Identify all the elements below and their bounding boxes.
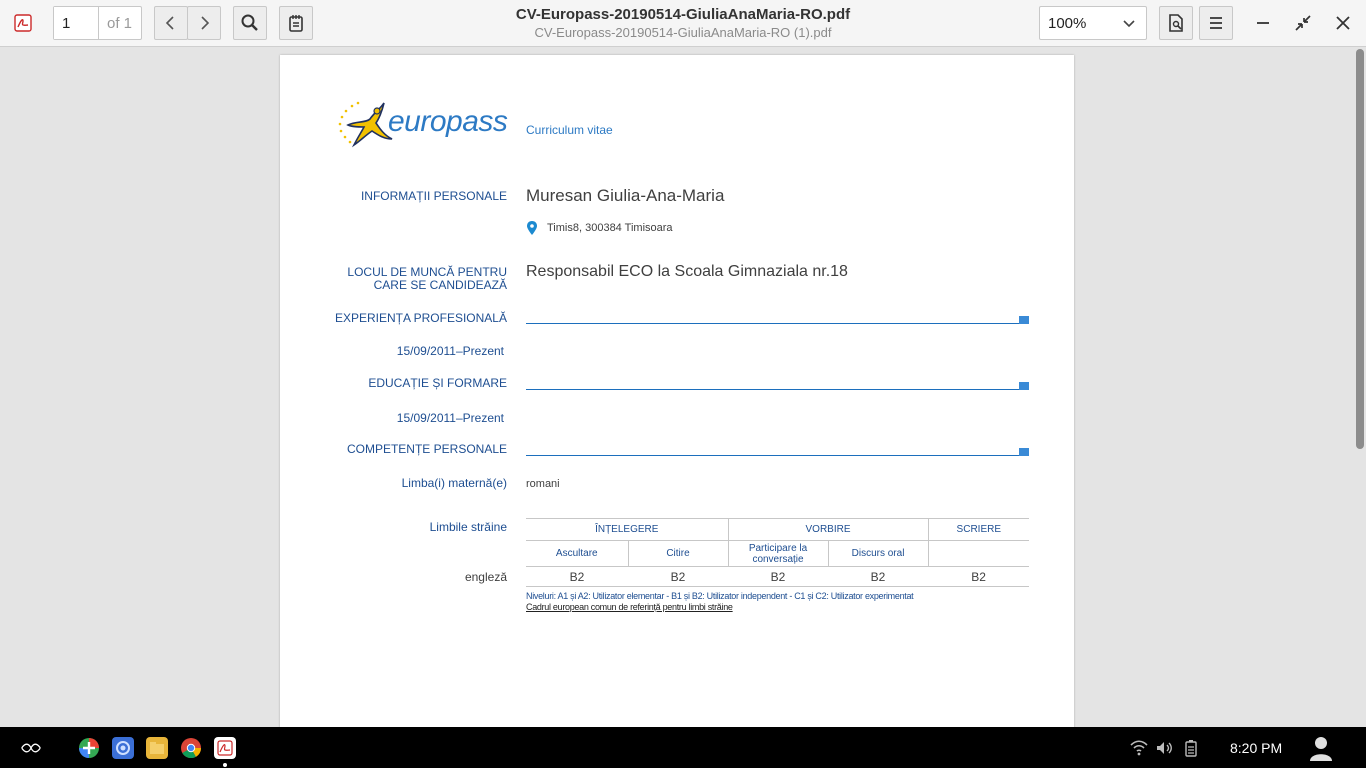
volume-icon[interactable]	[1153, 737, 1175, 759]
education-date: 15/09/2011–Prezent	[396, 411, 504, 425]
address-text: Timis8, 300384 Timisoara	[547, 222, 673, 234]
cv-doc-type: Curriculum vitae	[526, 123, 613, 137]
language-skills-table: ÎNȚELEGERE VORBIRE SCRIERE Ascultare Cit…	[526, 518, 1030, 587]
cefr-link[interactable]: Cadrul european comun de referință pentr…	[526, 602, 733, 612]
section-rule	[526, 455, 1029, 456]
section-marker	[1019, 382, 1029, 390]
pdf-toolbar: of 1 CV-Europass-20190514-GiuliaAnaMaria…	[0, 0, 1366, 47]
chevron-left-icon	[165, 16, 174, 30]
scrollbar-thumb[interactable]	[1356, 49, 1364, 449]
group-writing: SCRIERE	[956, 524, 1001, 535]
next-page-button[interactable]	[187, 6, 221, 40]
clock[interactable]: 8:20 PM	[1230, 740, 1282, 756]
applicant-name: Muresan Giulia-Ana-Maria	[526, 186, 725, 205]
col-writing	[928, 541, 1029, 567]
group-understanding: ÎNȚELEGERE	[526, 518, 729, 541]
europass-logo-text: europass	[388, 105, 508, 138]
menu-icon	[1210, 17, 1222, 29]
levels-note: Niveluri: A1 și A2: Utilizator elementar…	[526, 591, 914, 601]
chevron-right-icon	[201, 16, 210, 30]
pdf-logo-icon[interactable]	[12, 12, 34, 34]
group-speaking: VORBIRE	[728, 518, 929, 541]
page-navigator: of 1	[53, 6, 142, 40]
page-count: of 1	[107, 14, 133, 32]
active-app-indicator	[223, 763, 227, 767]
files-icon[interactable]	[146, 737, 168, 759]
document-title: CV-Europass-20190514-GiuliaAnaMaria-RO.p…	[515, 6, 851, 23]
zoom-select[interactable]: 100%	[1039, 6, 1147, 40]
wifi-icon[interactable]	[1128, 737, 1150, 759]
col-listening: Ascultare	[526, 540, 629, 567]
previous-page-button[interactable]	[154, 6, 188, 40]
chevron-down-icon	[1123, 20, 1135, 28]
col-interaction-line1: Participare la	[748, 542, 808, 554]
section-marker	[1019, 448, 1029, 456]
zoom-value: 100%	[1048, 14, 1087, 32]
document-properties-button[interactable]	[1159, 6, 1193, 40]
close-icon	[1336, 16, 1350, 30]
battery-icon[interactable]	[1180, 737, 1202, 759]
level-cell: B2	[971, 569, 986, 584]
chrome-icon[interactable]	[180, 737, 202, 759]
user-avatar-icon[interactable]	[1308, 735, 1334, 761]
job-applied-heading: LOCUL DE MUNCĂ PENTRU CARE SE CANDIDEAZĂ	[347, 266, 507, 292]
education-heading: EDUCAȚIE ȘI FORMARE	[368, 376, 507, 390]
page-number-input[interactable]	[54, 7, 99, 39]
col-interaction: Participare la conversație	[728, 540, 829, 567]
col-reading: Citire	[628, 540, 729, 567]
close-button[interactable]	[1332, 12, 1354, 34]
foreign-languages-label: Limbile străine	[429, 520, 507, 534]
job-title: Responsabil ECO la Scoala Gimnaziala nr.…	[526, 263, 848, 280]
search-icon	[241, 14, 258, 31]
level-cell: B2	[870, 569, 886, 584]
mother-tongue-label: Limba(i) maternă(e)	[401, 476, 507, 490]
table-row: B2 B2 B2 B2 B2	[526, 566, 1030, 587]
language-name: engleză	[464, 570, 507, 584]
menu-button[interactable]	[1199, 6, 1233, 40]
mother-tongue-value: romani	[526, 478, 560, 490]
document-icon	[1169, 14, 1183, 32]
job-label-line2: CARE SE CANDIDEAZĂ	[373, 278, 507, 292]
launcher-icon[interactable]	[20, 737, 42, 759]
location-pin-icon	[527, 221, 537, 235]
competences-heading: COMPETENȚE PERSONALE	[346, 442, 507, 456]
europass-logo: europass	[336, 99, 511, 151]
level-cell: B2	[569, 569, 585, 584]
table-subheader-row: Ascultare Citire Participare la conversa…	[526, 540, 1030, 567]
annotate-button[interactable]	[279, 6, 313, 40]
minimize-button[interactable]	[1252, 12, 1274, 34]
personal-info-heading: INFORMAȚII PERSONALE	[360, 189, 507, 203]
taskbar: 8:20 PM	[0, 727, 1366, 768]
section-rule	[526, 389, 1029, 390]
section-marker	[1019, 316, 1029, 324]
experience-heading: EXPERIENȚA PROFESIONALĂ	[334, 311, 507, 325]
restore-icon	[1295, 15, 1311, 31]
col-production: Discurs oral	[828, 540, 929, 567]
search-button[interactable]	[233, 6, 267, 40]
level-cell: B2	[670, 569, 686, 584]
pdf-app-icon[interactable]	[214, 737, 236, 759]
annotate-icon	[289, 15, 303, 32]
restore-button[interactable]	[1292, 12, 1314, 34]
section-rule	[526, 323, 1029, 324]
table-group-row: ÎNȚELEGERE VORBIRE SCRIERE	[526, 518, 1030, 541]
minimize-icon	[1257, 22, 1269, 24]
browser-alt-icon[interactable]	[112, 737, 134, 759]
document-filename: CV-Europass-20190514-GiuliaAnaMaria-RO (…	[534, 25, 832, 40]
pdf-page: europass Curriculum vitae INFORMAȚII PER…	[280, 55, 1074, 745]
experience-date: 15/09/2011–Prezent	[396, 344, 504, 358]
col-interaction-line2: conversație	[752, 553, 804, 565]
add-app-icon[interactable]	[78, 737, 100, 759]
level-cell: B2	[770, 569, 786, 584]
